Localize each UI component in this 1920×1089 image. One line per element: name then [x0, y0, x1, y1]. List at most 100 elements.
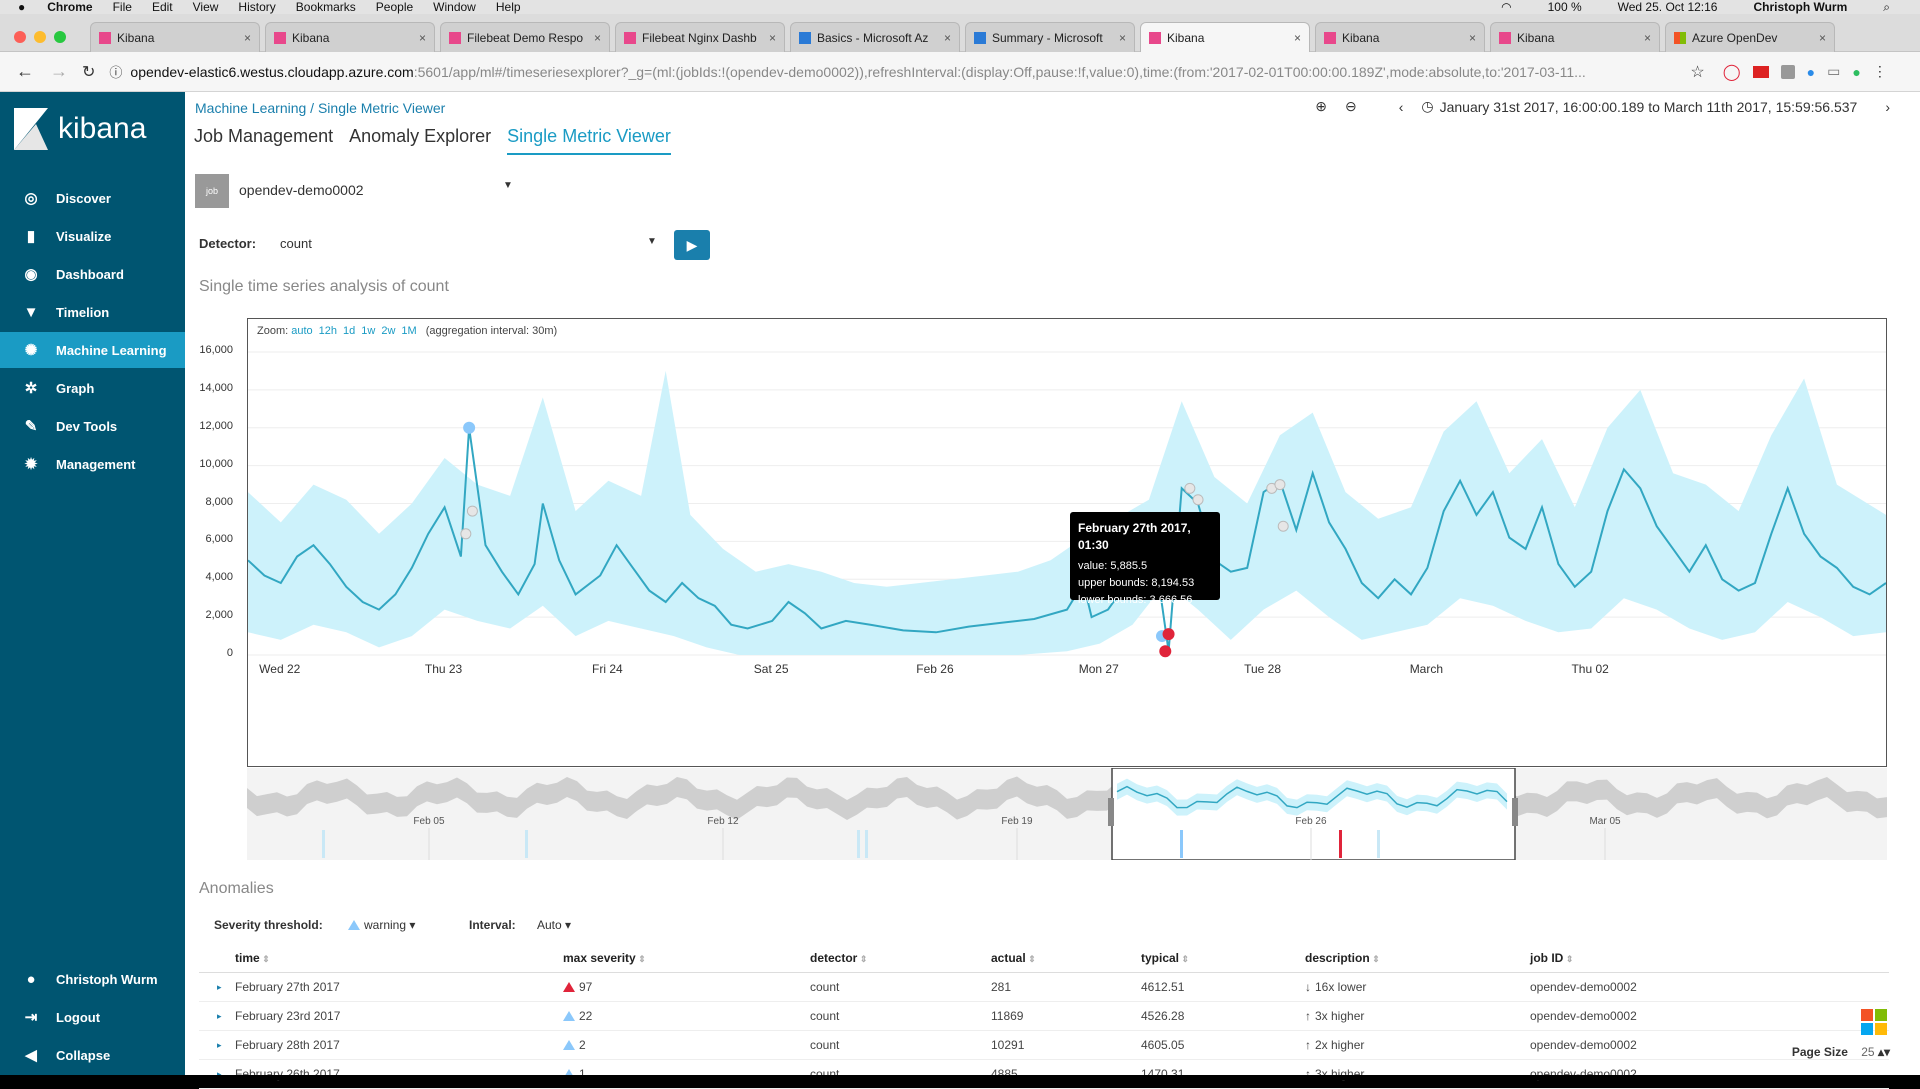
page-size[interactable]: Page Size 25 ▴▾	[1792, 1045, 1890, 1059]
spotlight-icon[interactable]: ⌕	[1883, 0, 1890, 15]
extension-gray-icon[interactable]	[1780, 64, 1795, 79]
tab-close-icon[interactable]: ×	[1819, 31, 1826, 45]
browser-tab[interactable]: Filebeat Nginx Dashb ×	[615, 22, 785, 52]
context-chart[interactable]: Feb 05 Feb 12 Feb 19 Feb 26 Mar 05	[247, 767, 1887, 861]
sidebar-item-machine-learning[interactable]: ✺ Machine Learning	[0, 332, 185, 368]
time-next-icon[interactable]: ›	[1885, 99, 1890, 115]
play-button[interactable]: ▶	[674, 230, 710, 260]
zoom-in-icon[interactable]: ⊕	[1315, 98, 1327, 115]
column-header-max-severity[interactable]: max severity ⇕	[563, 951, 646, 965]
column-header-typical[interactable]: typical ⇕	[1141, 951, 1189, 965]
page-size-value[interactable]: 25	[1861, 1045, 1874, 1059]
back-icon[interactable]: ←	[16, 61, 34, 82]
menu-dots-icon[interactable]: ⋮	[1873, 63, 1887, 80]
column-header-detector[interactable]: detector ⇕	[810, 951, 867, 965]
sidebar-item-dev-tools[interactable]: ✎ Dev Tools	[0, 408, 185, 444]
tab-close-icon[interactable]: ×	[1294, 31, 1301, 45]
tab-job-management[interactable]: Job Management	[194, 126, 333, 155]
tab-close-icon[interactable]: ×	[1469, 31, 1476, 45]
expand-row-icon[interactable]: ▸	[217, 1040, 222, 1051]
job-selector[interactable]: opendev-demo0002	[239, 182, 364, 198]
menu-history[interactable]: History	[238, 0, 275, 14]
context-brush[interactable]	[1111, 767, 1516, 861]
extension-red-icon[interactable]	[1752, 65, 1769, 78]
kibana-logo[interactable]: kibana	[14, 108, 146, 150]
expand-row-icon[interactable]: ▸	[217, 982, 222, 993]
browser-tab[interactable]: Azure OpenDev ×	[1665, 22, 1835, 52]
browser-tab[interactable]: Kibana ×	[1490, 22, 1660, 52]
brush-handle-right[interactable]	[1512, 798, 1518, 826]
browser-tab[interactable]: Kibana ×	[1140, 22, 1310, 52]
forward-icon[interactable]: →	[50, 61, 68, 82]
anomaly-marker-low[interactable]	[1192, 494, 1204, 506]
tab-close-icon[interactable]: ×	[419, 31, 426, 45]
interval-select[interactable]: Auto ▾	[537, 918, 571, 932]
sidebar-item-logout[interactable]: ⇥ Logout	[0, 999, 185, 1035]
browser-tab[interactable]: Kibana ×	[90, 22, 260, 52]
brush-handle-left[interactable]	[1108, 798, 1114, 826]
minimize-window-button[interactable]	[34, 31, 46, 43]
detector-select[interactable]: count	[280, 236, 312, 251]
bookmark-star-icon[interactable]: ☆	[1690, 62, 1704, 82]
menu-window[interactable]: Window	[433, 0, 476, 14]
main-chart[interactable]	[248, 319, 1886, 766]
sidebar-item-management[interactable]: ✹ Management	[0, 446, 185, 482]
time-prev-icon[interactable]: ‹	[1399, 99, 1404, 115]
menu-app[interactable]: Chrome	[47, 0, 92, 14]
sidebar-item-visualize[interactable]: ▮ Visualize	[0, 218, 185, 254]
time-range[interactable]: January 31st 2017, 16:00:00.189 to March…	[1440, 99, 1858, 115]
anomaly-marker-low[interactable]	[1184, 482, 1196, 494]
sidebar-item-christoph-wurm[interactable]: ● Christoph Wurm	[0, 961, 185, 997]
anomaly-marker-low[interactable]	[466, 505, 478, 517]
browser-tab[interactable]: Kibana ×	[265, 22, 435, 52]
sidebar-item-timelion[interactable]: ▼ Timelion	[0, 294, 185, 330]
extension-cast-icon[interactable]: ▭	[1827, 63, 1840, 80]
browser-tab[interactable]: Summary - Microsoft ×	[965, 22, 1135, 52]
chevron-down-icon[interactable]: ▼	[503, 180, 513, 191]
wifi-icon[interactable]: ◠	[1501, 0, 1511, 14]
zoom-window-button[interactable]	[54, 31, 66, 43]
tab-close-icon[interactable]: ×	[594, 31, 601, 45]
anomaly-marker-low[interactable]	[1277, 520, 1289, 532]
extension-blue-icon[interactable]: ●	[1807, 64, 1815, 80]
severity-select[interactable]: warning ▾	[348, 918, 415, 932]
extension-green-icon[interactable]: ●	[1852, 64, 1860, 80]
breadcrumb[interactable]: Machine Learning / Single Metric Viewer	[195, 100, 445, 116]
sidebar-item-dashboard[interactable]: ◉ Dashboard	[0, 256, 185, 292]
battery-text[interactable]: 100 %	[1548, 0, 1582, 14]
browser-tab[interactable]: Kibana ×	[1315, 22, 1485, 52]
anomaly-marker-critical[interactable]	[1162, 628, 1175, 641]
tab-close-icon[interactable]: ×	[1644, 31, 1651, 45]
anomaly-marker-warning[interactable]	[463, 421, 476, 434]
sidebar-item-discover[interactable]: ◎ Discover	[0, 180, 185, 216]
expand-row-icon[interactable]: ▸	[217, 1011, 222, 1022]
extension-opera-icon[interactable]: ◯	[1723, 62, 1741, 82]
user-name[interactable]: Christoph Wurm	[1753, 0, 1847, 14]
apple-icon[interactable]: ●	[18, 0, 25, 14]
tab-single-metric-viewer[interactable]: Single Metric Viewer	[507, 126, 671, 155]
menu-edit[interactable]: Edit	[152, 0, 173, 14]
anomaly-marker-low[interactable]	[460, 528, 472, 540]
anomaly-marker-critical[interactable]	[1159, 645, 1172, 658]
zoom-out-icon[interactable]: ⊖	[1345, 98, 1357, 115]
sidebar-item-collapse[interactable]: ◀ Collapse	[0, 1037, 185, 1073]
column-header-time[interactable]: time ⇕	[235, 951, 270, 965]
column-header-actual[interactable]: actual ⇕	[991, 951, 1036, 965]
menu-bookmarks[interactable]: Bookmarks	[296, 0, 356, 14]
column-header-job-id[interactable]: job ID ⇕	[1530, 951, 1573, 965]
tab-close-icon[interactable]: ×	[944, 31, 951, 45]
tab-anomaly-explorer[interactable]: Anomaly Explorer	[349, 126, 491, 155]
browser-tab[interactable]: Filebeat Demo Respo ×	[440, 22, 610, 52]
menu-view[interactable]: View	[193, 0, 219, 14]
reload-icon[interactable]: ↻	[82, 62, 95, 82]
close-window-button[interactable]	[14, 31, 26, 43]
tab-close-icon[interactable]: ×	[1119, 31, 1126, 45]
menu-people[interactable]: People	[376, 0, 413, 14]
sidebar-item-graph[interactable]: ✲ Graph	[0, 370, 185, 406]
context-chart-svg[interactable]: Feb 05 Feb 12 Feb 19 Feb 26 Mar 05	[247, 767, 1887, 861]
tab-close-icon[interactable]: ×	[769, 31, 776, 45]
column-header-description[interactable]: description ⇕	[1305, 951, 1380, 965]
detector-caret-icon[interactable]: ▼	[647, 236, 657, 247]
anomaly-marker-low[interactable]	[1274, 479, 1286, 491]
url-field[interactable]: opendev-elastic6.westus.cloudapp.azure.c…	[130, 64, 1690, 80]
